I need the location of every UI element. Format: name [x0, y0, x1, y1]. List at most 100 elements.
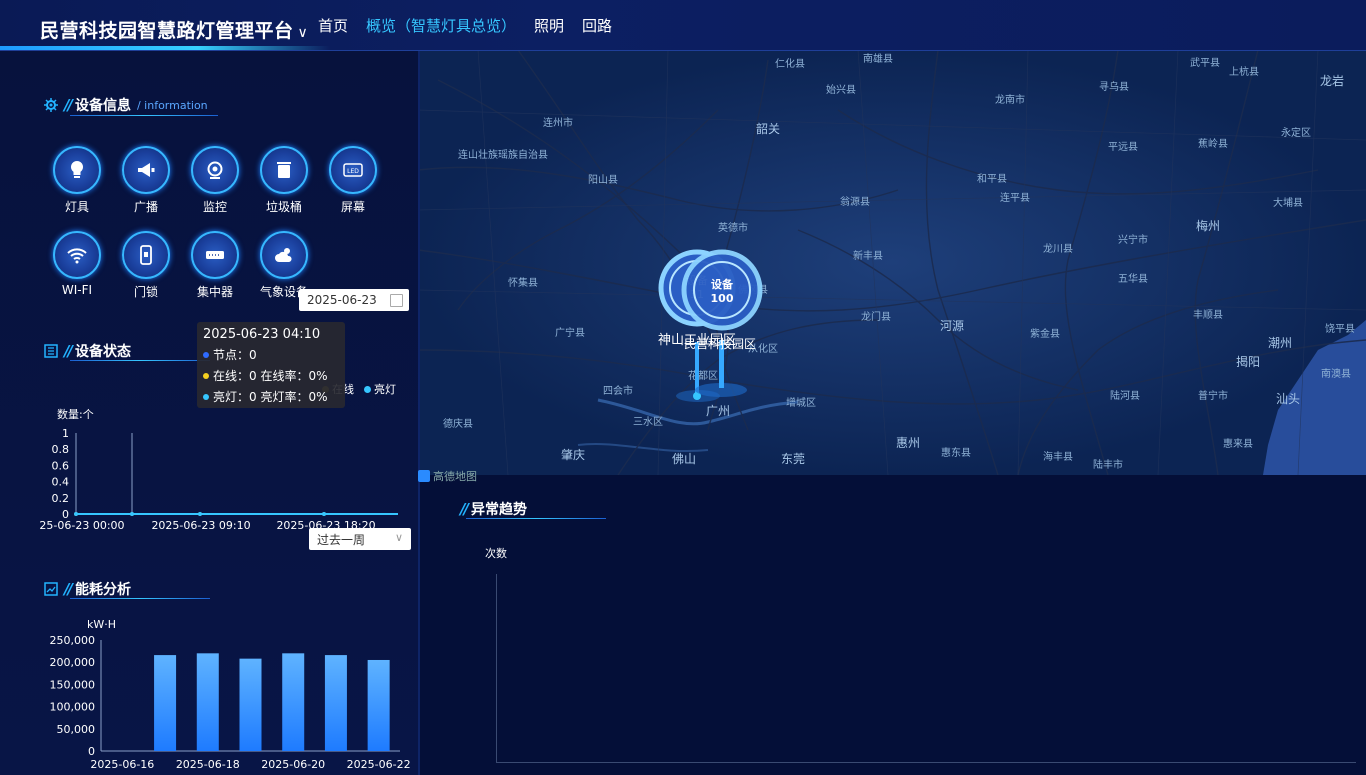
- legend-lit[interactable]: 亮灯: [364, 381, 396, 397]
- concentrator-icon[interactable]: [191, 231, 239, 279]
- map-label: 德庆县: [443, 417, 473, 430]
- led-screen-icon[interactable]: LED: [329, 146, 377, 194]
- chevron-down-icon[interactable]: ∨: [298, 25, 309, 41]
- energy-bar[interactable]: [239, 658, 262, 751]
- device-item-1[interactable]: 灯具: [52, 146, 102, 215]
- nav-circuit[interactable]: 回路: [582, 15, 612, 36]
- x-tick-label: 2025-06-16: [90, 758, 154, 771]
- y-tick-label: 100,000: [50, 701, 96, 714]
- energy-bar[interactable]: [367, 659, 390, 751]
- trash-icon[interactable]: [260, 146, 308, 194]
- device-item-label: 屏幕: [340, 200, 365, 214]
- map-label: 紫金县: [1030, 327, 1060, 340]
- chevron-down-icon[interactable]: ∨: [395, 531, 403, 544]
- map-label: 韶关: [756, 121, 780, 136]
- status-tooltip: 2025-06-23 04:10 节点：0 在线：0 在线率：0% 亮灯：0 亮…: [197, 322, 345, 408]
- map-label: 连山壮族瑶族自治县: [458, 148, 548, 161]
- map-label: 连州市: [543, 116, 573, 129]
- trend-icon: [44, 582, 58, 596]
- energy-bar[interactable]: [282, 653, 305, 751]
- gear-icon: [44, 98, 58, 112]
- title-slash-icon: //: [64, 342, 73, 360]
- map-label: 梅州: [1196, 218, 1220, 233]
- device-item-label: 门锁: [133, 285, 158, 299]
- tooltip-row-text: 亮灯：0 亮灯率：0%: [213, 390, 328, 404]
- energy-chart[interactable]: 0 50,000 100,000 150,000 200,000 250,000 2025-…: [20, 632, 412, 775]
- x-tick-label: 2025-06-23 09:10: [151, 519, 250, 532]
- map-label: 龙南市: [995, 93, 1025, 106]
- energy-y-unit: kW·H: [87, 618, 117, 631]
- list-icon: [44, 344, 58, 358]
- anomaly-underline: [466, 518, 606, 519]
- map-label: 始兴县: [826, 83, 856, 96]
- platform-title[interactable]: 民营科技园智慧路灯管理平台 ∨: [40, 16, 308, 43]
- device-item-7[interactable]: 门锁: [121, 231, 171, 300]
- series-point[interactable]: [198, 512, 202, 516]
- main-nav: 首页 概览（智慧灯具总览） 照明 回路: [318, 15, 612, 36]
- map-label: 陆河县: [1110, 389, 1140, 402]
- map-logo-icon: [418, 470, 430, 482]
- nav-overview[interactable]: 概览（智慧灯具总览）: [366, 15, 516, 36]
- series-point[interactable]: [322, 512, 326, 516]
- energy-title: 能耗分析: [74, 582, 131, 598]
- bulb-icon[interactable]: [53, 146, 101, 194]
- device-item-label: 集中器: [196, 285, 233, 299]
- series-point[interactable]: [74, 512, 78, 516]
- tooltip-row-nodes: 节点：0: [203, 346, 339, 363]
- megaphone-icon[interactable]: [122, 146, 170, 194]
- device-status-header: // 设备状态: [44, 341, 131, 361]
- map-label: 惠州: [896, 436, 920, 450]
- marker-2-count: 100: [711, 292, 734, 305]
- top-bar: 民营科技园智慧路灯管理平台 ∨ 首页 概览（智慧灯具总览） 照明 回路: [0, 0, 1366, 51]
- door-lock-icon[interactable]: [122, 231, 170, 279]
- tooltip-dot: [203, 393, 209, 400]
- marker-2-label: 设备: [711, 277, 734, 291]
- map-label: 佛山: [672, 452, 696, 466]
- map-label: 潮州: [1268, 335, 1292, 350]
- map-label: 新丰县: [853, 249, 883, 262]
- map-label: 汕头: [1276, 392, 1300, 406]
- status-y-unit: 数量:个: [57, 408, 94, 421]
- calendar-icon[interactable]: [390, 294, 403, 307]
- date-picker[interactable]: 2025-06-23: [299, 289, 409, 311]
- device-item-2[interactable]: 广播: [121, 146, 171, 215]
- map-attribution: 高德地图: [418, 468, 477, 484]
- series-point[interactable]: [130, 512, 134, 516]
- map-canvas[interactable]: 连州市阳山县英德市怀集县广宁县四会市三水区肇庆 佛山广州花都区从化区增城区东莞惠州…: [418, 50, 1366, 475]
- title-slash-icon: //: [460, 500, 469, 518]
- x-tick-label: 25-06-23 00:00: [39, 519, 124, 532]
- energy-bar[interactable]: [324, 655, 347, 751]
- district-label: 民营科技园区: [684, 337, 756, 351]
- map-label: 揭阳: [1236, 354, 1260, 369]
- map-label: 寻乌县: [1099, 80, 1129, 93]
- map-attribution-text: 高德地图: [433, 470, 477, 483]
- map-label: 和平县: [977, 173, 1007, 185]
- nav-home[interactable]: 首页: [318, 15, 348, 36]
- energy-bar[interactable]: [154, 655, 177, 751]
- device-info-title: 设备信息: [74, 98, 131, 114]
- device-item-3[interactable]: 监控: [190, 146, 240, 215]
- device-item-6[interactable]: WI-FI: [52, 231, 102, 297]
- energy-bar[interactable]: [196, 653, 219, 751]
- device-item-8[interactable]: 集中器: [190, 231, 240, 300]
- map-label: 广州: [706, 404, 730, 418]
- map-label: 三水区: [633, 416, 663, 428]
- period-select[interactable]: 过去一周 ∨: [309, 528, 411, 550]
- title-slash-icon: //: [64, 580, 73, 598]
- nav-lighting[interactable]: 照明: [534, 15, 564, 36]
- map-label: 普宁市: [1198, 389, 1228, 402]
- device-item-5[interactable]: LED 屏幕: [328, 146, 378, 215]
- device-status-chart[interactable]: 00.20.40.60.8125-06-23 00:00 2025-06-23 0…: [36, 424, 406, 536]
- y-tick-label: 50,000: [57, 723, 96, 736]
- svg-text:LED: LED: [347, 168, 359, 175]
- tooltip-dot: [203, 372, 209, 379]
- device-info-subtitle: / information: [136, 98, 208, 112]
- device-item-4[interactable]: 垃圾桶: [259, 146, 309, 215]
- tooltip-time: 2025-06-23 04:10: [203, 327, 321, 342]
- map-label: 陆丰市: [1093, 458, 1123, 471]
- weather-icon[interactable]: [260, 231, 308, 279]
- camera-icon[interactable]: [191, 146, 239, 194]
- wifi-icon[interactable]: [53, 231, 101, 279]
- map-view[interactable]: 连州市 阳山县 英德市 怀集县 广宁县 四会市 三水区 肇庆 佛山 广州 花都区 从化区 增城区 东莞 惠州…: [418, 50, 1366, 475]
- y-tick-label: 0.6: [52, 459, 70, 472]
